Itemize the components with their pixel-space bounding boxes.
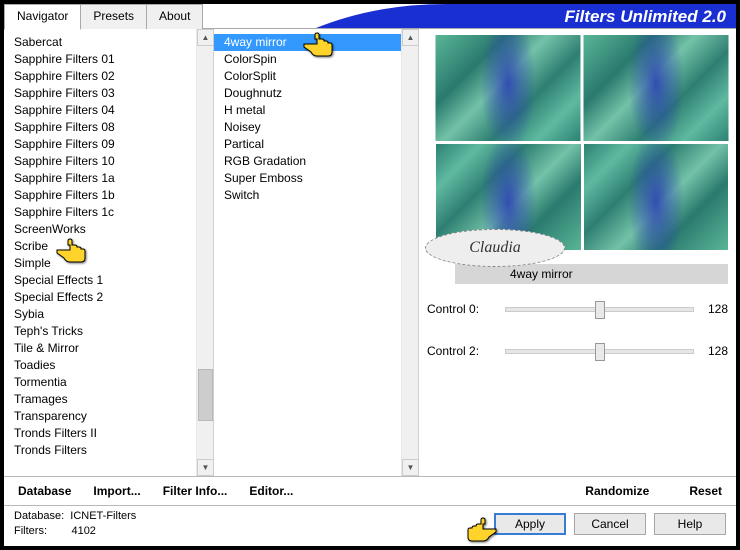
filter-scrollbar[interactable]: ▲ ▼ xyxy=(401,29,418,476)
control-0-label: Control 0: xyxy=(427,302,505,316)
control-row-2: Control 2: 128 xyxy=(427,334,728,368)
list-item[interactable]: Sapphire Filters 08 xyxy=(4,119,196,136)
list-item[interactable]: Sapphire Filters 1a xyxy=(4,170,196,187)
apply-button[interactable]: Apply xyxy=(494,513,566,535)
list-item[interactable]: Sapphire Filters 1b xyxy=(4,187,196,204)
app-title: Filters Unlimited 2.0 xyxy=(316,4,736,28)
toolbar: Database Import... Filter Info... Editor… xyxy=(4,476,736,506)
list-item[interactable]: Sapphire Filters 09 xyxy=(4,136,196,153)
list-item[interactable]: ColorSpin xyxy=(214,51,401,68)
list-item[interactable]: Sapphire Filters 03 xyxy=(4,85,196,102)
list-item[interactable]: Sapphire Filters 10 xyxy=(4,153,196,170)
list-item[interactable]: Teph's Tricks xyxy=(4,323,196,340)
control-0-slider[interactable] xyxy=(505,300,694,318)
list-item[interactable]: Simple xyxy=(4,255,196,272)
control-0-value: 128 xyxy=(694,302,728,316)
cancel-button[interactable]: Cancel xyxy=(574,513,646,535)
category-panel: SabercatSapphire Filters 01Sapphire Filt… xyxy=(4,29,214,476)
preview-tile xyxy=(436,35,581,141)
control-2-slider[interactable] xyxy=(505,342,694,360)
scroll-thumb[interactable] xyxy=(198,369,213,421)
tool-editor[interactable]: Editor... xyxy=(245,482,297,500)
list-item[interactable]: Sybia xyxy=(4,306,196,323)
list-item[interactable]: Partical xyxy=(214,136,401,153)
control-2-value: 128 xyxy=(694,344,728,358)
control-2-label: Control 2: xyxy=(427,344,505,358)
slider-thumb[interactable] xyxy=(595,343,605,361)
category-list[interactable]: SabercatSapphire Filters 01Sapphire Filt… xyxy=(4,29,196,476)
filter-panel: 4way mirrorColorSpinColorSplitDoughnutzH… xyxy=(214,29,419,476)
filter-list[interactable]: 4way mirrorColorSpinColorSplitDoughnutzH… xyxy=(214,29,401,476)
preview-tile xyxy=(584,35,729,141)
list-item[interactable]: Transparency xyxy=(4,408,196,425)
list-item[interactable]: Tronds Filters II xyxy=(4,425,196,442)
list-item[interactable]: Sabercat xyxy=(4,34,196,51)
list-item[interactable]: Doughnutz xyxy=(214,85,401,102)
tab-presets[interactable]: Presets xyxy=(80,4,147,29)
help-button[interactable]: Help xyxy=(654,513,726,535)
svg-text:Filters Unlimited 2.0: Filters Unlimited 2.0 xyxy=(564,7,726,26)
scroll-up-icon[interactable]: ▲ xyxy=(402,29,419,46)
preview-grid xyxy=(436,35,728,250)
list-item[interactable]: ColorSplit xyxy=(214,68,401,85)
list-item[interactable]: Switch xyxy=(214,187,401,204)
tool-randomize[interactable]: Randomize xyxy=(581,482,653,500)
list-item[interactable]: Tile & Mirror xyxy=(4,340,196,357)
list-item[interactable]: Super Emboss xyxy=(214,170,401,187)
selected-filter-label: 4way mirror xyxy=(455,264,728,284)
tool-database[interactable]: Database xyxy=(14,482,75,500)
scroll-down-icon[interactable]: ▼ xyxy=(402,459,419,476)
list-item[interactable]: Special Effects 1 xyxy=(4,272,196,289)
list-item[interactable]: Special Effects 2 xyxy=(4,289,196,306)
list-item[interactable]: Sapphire Filters 02 xyxy=(4,68,196,85)
list-item[interactable]: Sapphire Filters 01 xyxy=(4,51,196,68)
tool-reset[interactable]: Reset xyxy=(685,482,726,500)
control-row-0: Control 0: 128 xyxy=(427,292,728,326)
preview-tile xyxy=(584,144,729,250)
status-bar: Database: ICNET-Filters Filters: 4102 Ap… xyxy=(4,506,736,542)
scroll-up-icon[interactable]: ▲ xyxy=(197,29,214,46)
list-item[interactable]: Sapphire Filters 1c xyxy=(4,204,196,221)
list-item[interactable]: H metal xyxy=(214,102,401,119)
list-item[interactable]: Sapphire Filters 04 xyxy=(4,102,196,119)
list-item[interactable]: Tramages xyxy=(4,391,196,408)
list-item[interactable]: RGB Gradation xyxy=(214,153,401,170)
tab-navigator[interactable]: Navigator xyxy=(4,4,81,30)
tool-import[interactable]: Import... xyxy=(89,482,144,500)
list-item[interactable]: Tormentia xyxy=(4,374,196,391)
status-info: Database: ICNET-Filters Filters: 4102 xyxy=(14,509,136,539)
category-scrollbar[interactable]: ▲ ▼ xyxy=(196,29,213,476)
watermark-badge: Claudia xyxy=(425,229,565,267)
list-item[interactable]: ScreenWorks xyxy=(4,221,196,238)
list-item[interactable]: Noisey xyxy=(214,119,401,136)
tool-filter-info[interactable]: Filter Info... xyxy=(159,482,232,500)
scroll-down-icon[interactable]: ▼ xyxy=(197,459,214,476)
list-item[interactable]: Scribe xyxy=(4,238,196,255)
list-item[interactable]: 4way mirror xyxy=(214,34,401,51)
tab-about[interactable]: About xyxy=(146,4,203,29)
list-item[interactable]: Tronds Filters xyxy=(4,442,196,459)
list-item[interactable]: Toadies xyxy=(4,357,196,374)
slider-thumb[interactable] xyxy=(595,301,605,319)
header: Navigator Presets About Filters Unlimite… xyxy=(4,4,736,29)
